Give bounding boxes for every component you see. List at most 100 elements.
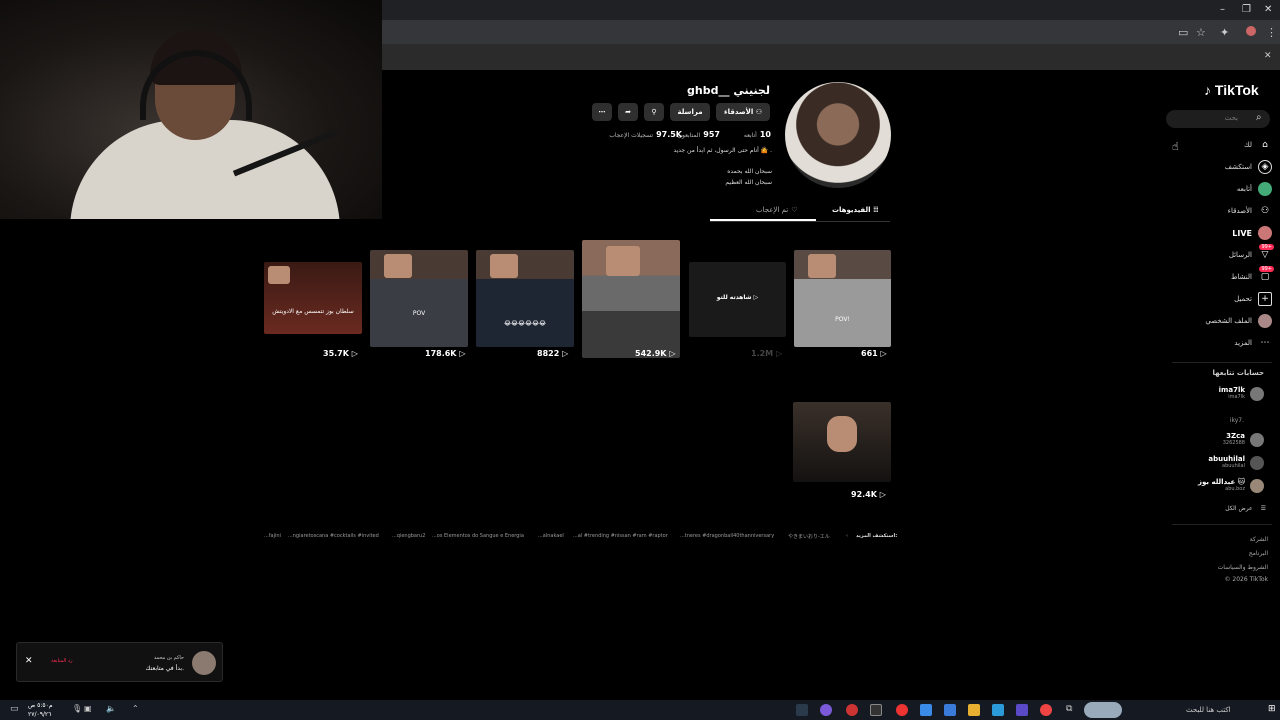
account-handle: abu.boz xyxy=(1225,486,1245,492)
more-options-icon[interactable]: ⋯ xyxy=(592,103,612,121)
nav-item-activity[interactable]: النشاط ▢ 99+ xyxy=(1231,266,1274,285)
nav-label: الأصدقاء xyxy=(1227,207,1252,215)
windows-start-icon[interactable]: ⊞ xyxy=(1268,704,1276,714)
footer-link-terms[interactable]: الشروط والسياسات xyxy=(1218,564,1268,571)
tab-videos[interactable]: الفيديوهات ⦙⦙⦙ xyxy=(832,200,878,220)
clock-date[interactable]: ٢٧/٠٩/٢٦ xyxy=(28,711,51,718)
taskbar-search-input[interactable]: اكتب هنا للبحث xyxy=(1186,706,1231,714)
friends-button[interactable]: الأصدقاء ⚇ xyxy=(716,103,770,121)
nav-item-for-you[interactable]: لك ⌂ xyxy=(1244,137,1272,153)
explore-tag[interactable]: ...al #trending #nissan #ram #raptor xyxy=(573,533,668,539)
explore-tag[interactable]: ...alnakael xyxy=(538,533,564,539)
footer-link-company[interactable]: الشركة xyxy=(1250,536,1268,543)
bio-line: سبحان الله بحمده xyxy=(727,168,772,175)
task-view-icon[interactable]: ⧉ xyxy=(1066,704,1072,714)
volume-icon[interactable]: 🔈 xyxy=(106,704,116,713)
stat-number: 957 xyxy=(703,130,720,139)
stat-likes: تسجيلات الإعجاب 97.5K xyxy=(609,130,682,139)
account-name: عبدالله بوز 🐱 xyxy=(1197,478,1245,486)
add-friend-icon[interactable]: ⚲ xyxy=(644,103,664,121)
profile-avatar-icon[interactable] xyxy=(1246,26,1256,36)
profile-avatar[interactable] xyxy=(785,82,891,188)
see-all-button[interactable]: عرض الكل ☰ xyxy=(1225,505,1266,512)
video-card[interactable] xyxy=(582,240,680,358)
following-account[interactable]: عبدالله بوز 🐱 abu.boz xyxy=(1198,477,1264,495)
search-icon[interactable]: ⌕ xyxy=(1256,112,1262,123)
stat-following[interactable]: أتابعه 10 xyxy=(744,130,771,139)
following-account[interactable]: 3Zca 3262588 xyxy=(1223,431,1264,449)
video-card[interactable] xyxy=(793,402,891,482)
following-account[interactable]: abuuhilal abuuhilal xyxy=(1208,454,1264,472)
nav-item-upload[interactable]: تحميل + xyxy=(1234,291,1272,307)
store-icon[interactable] xyxy=(944,704,956,716)
file-explorer-icon[interactable] xyxy=(968,704,980,716)
share-icon[interactable]: ➦ xyxy=(618,103,638,121)
nav-item-explore[interactable]: استكشف ◈ xyxy=(1225,159,1272,175)
see-all-label: عرض الكل xyxy=(1225,505,1253,512)
video-views-number: 661 xyxy=(861,349,878,358)
weather-widget-icon[interactable] xyxy=(1084,702,1122,718)
app-icon[interactable] xyxy=(846,704,858,716)
play-icon: ▷ xyxy=(562,349,569,358)
nav-item-live[interactable]: LIVE xyxy=(1232,225,1272,241)
explore-tag[interactable]: ...os Elementos do Sangue e Energia xyxy=(432,533,524,539)
following-account[interactable]: iky7. xyxy=(1230,411,1264,429)
following-account[interactable]: ima7lk ima7lk xyxy=(1219,385,1264,403)
edge-icon[interactable] xyxy=(992,704,1004,716)
obs-icon[interactable] xyxy=(820,704,832,716)
video-card[interactable]: POV xyxy=(370,250,468,347)
video-card[interactable]: POV! xyxy=(794,250,891,347)
menu-kebab-icon[interactable]: ⋮ xyxy=(1266,26,1277,39)
video-views-number: 35.7K xyxy=(323,349,349,358)
explore-tag[interactable]: ...fajini xyxy=(264,533,281,539)
maximize-button[interactable]: ❐ xyxy=(1242,4,1251,15)
search-input[interactable] xyxy=(1166,110,1270,128)
video-card[interactable]: 😂😂😂😂😂😂 xyxy=(476,250,574,347)
notification-user-name: حاكم بن محمد xyxy=(153,655,184,661)
video-thumbnail-face xyxy=(808,254,836,278)
mail-icon[interactable] xyxy=(920,704,932,716)
play-icon: ▷ xyxy=(351,349,358,358)
nav-item-messages[interactable]: الرسائل ▽ 99+ xyxy=(1229,244,1274,263)
chevron-up-icon[interactable]: ⌃ xyxy=(132,704,139,713)
message-button[interactable]: مراسلة xyxy=(670,103,710,121)
explore-tag[interactable]: ...tneres #dragonball40thanniversary xyxy=(680,533,774,539)
chrome-icon[interactable] xyxy=(1040,704,1052,716)
nav-item-following[interactable]: أتابعه xyxy=(1237,181,1272,197)
app-icon[interactable] xyxy=(896,704,908,716)
notification-close-icon[interactable]: ✕ xyxy=(25,656,33,666)
tab-liked[interactable]: تم الإعجاب ♡ xyxy=(756,200,797,220)
nav-item-more[interactable]: المزيد ⋯ xyxy=(1234,335,1272,351)
video-card-watched[interactable]: شاهدته للتو ▷ xyxy=(689,262,786,337)
chevron-left-icon[interactable]: ‹ xyxy=(846,533,848,539)
explore-tag[interactable]: ...qiengbaru2 xyxy=(392,533,425,539)
microphone-icon[interactable]: 🎙 xyxy=(72,704,82,713)
notifications-icon[interactable]: ▭ xyxy=(10,704,19,714)
video-card[interactable]: سلطان بوز تتمسس مع الادويتش xyxy=(264,262,362,334)
nav-label: تحميل xyxy=(1234,295,1252,303)
cast-icon[interactable]: ▭ xyxy=(1178,26,1188,39)
x-app-icon[interactable] xyxy=(870,704,882,716)
app-icon[interactable] xyxy=(1016,704,1028,716)
explore-tag[interactable]: ...ngiaretoscana #cocktails #invited xyxy=(288,533,379,539)
footer-link-program[interactable]: البرنامج xyxy=(1249,550,1268,557)
follow-back-button[interactable]: رد المتابعة xyxy=(51,658,73,664)
nav-item-friends[interactable]: الأصدقاء ⚇ xyxy=(1228,203,1272,219)
network-icon[interactable]: ▣ xyxy=(84,704,92,713)
video-views-number: 178.6K xyxy=(425,349,457,358)
avatar xyxy=(1250,456,1264,470)
bookmark-star-icon[interactable]: ☆ xyxy=(1196,26,1206,39)
minimize-button[interactable]: – xyxy=(1220,4,1225,15)
stat-followers[interactable]: المتابعون 957 xyxy=(678,130,720,139)
tiktok-logo[interactable]: ♪ TikTok xyxy=(1204,82,1259,98)
steam-icon[interactable] xyxy=(796,704,808,716)
watched-text: شاهدته للتو xyxy=(716,294,752,301)
extensions-icon[interactable]: ✦ xyxy=(1220,26,1229,39)
close-window-button[interactable]: ✕ xyxy=(1264,4,1272,15)
infobar-close-icon[interactable]: ✕ xyxy=(1264,51,1272,61)
nav-label: الملف الشخصي xyxy=(1205,317,1252,325)
profile-username: ghbd__ لجنيني xyxy=(687,84,770,97)
clock-time[interactable]: م٥:٥٠ ص xyxy=(28,702,53,709)
explore-tag[interactable]: やきまいおり-エル xyxy=(788,533,830,540)
nav-item-profile[interactable]: الملف الشخصي xyxy=(1205,313,1272,329)
